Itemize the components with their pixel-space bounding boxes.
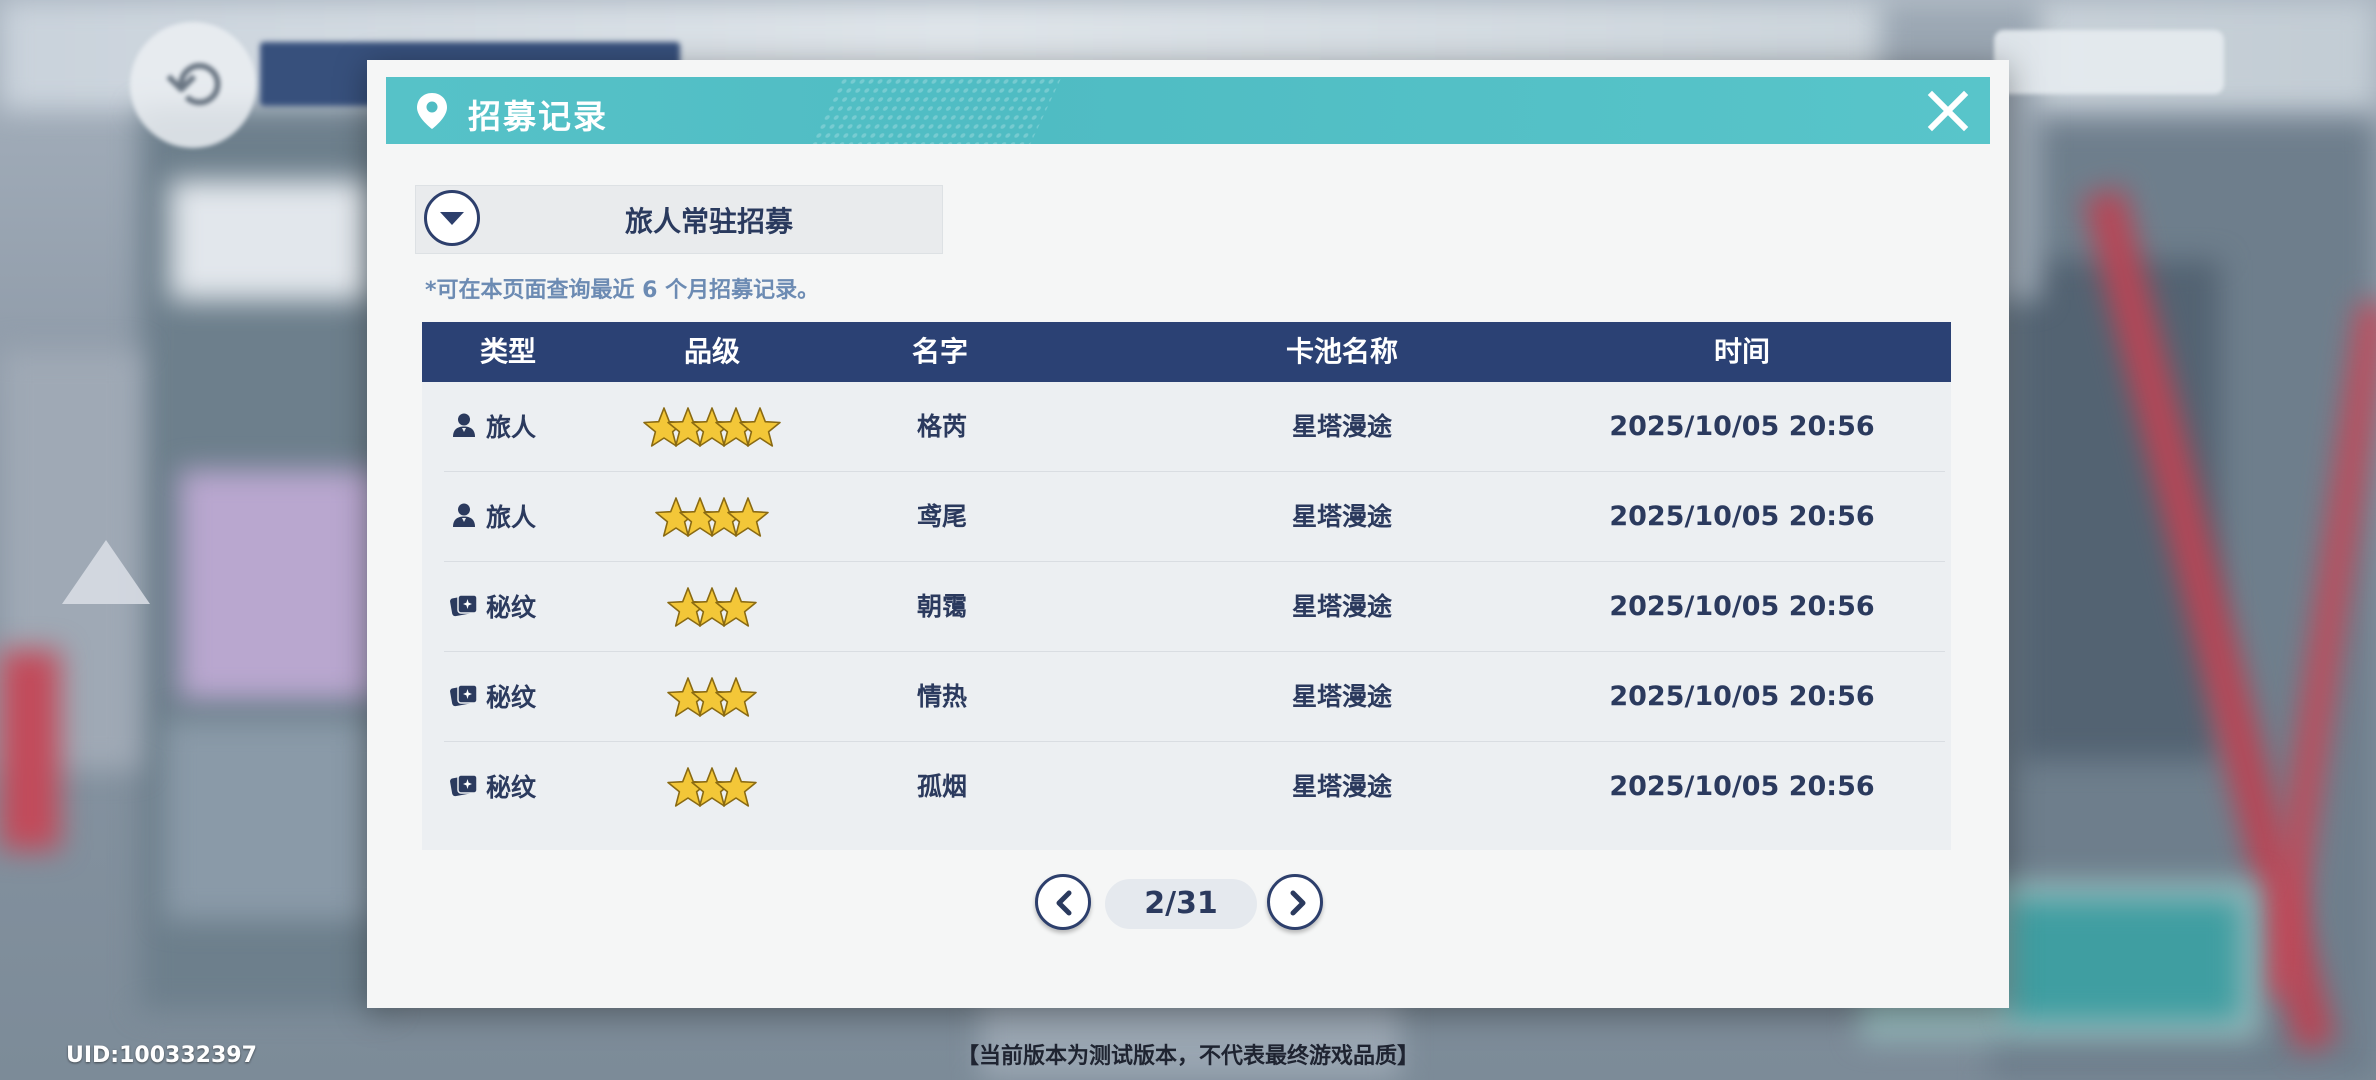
history-range-note: *可在本页面查询最近 6 个月招募记录。 bbox=[425, 278, 820, 303]
cell-pool: 星塔漫途 bbox=[1291, 502, 1392, 531]
cell-pool: 星塔漫途 bbox=[1291, 412, 1392, 441]
person-icon bbox=[453, 413, 475, 437]
table-row: 秘纹 情热 星塔漫途 2025/10/05 20:56 bbox=[422, 652, 1951, 742]
star-rating bbox=[655, 497, 769, 537]
pool-select-value: 旅人常驻招募 bbox=[624, 205, 793, 238]
table-row: 旅人 鸢尾 星塔漫途 2025/10/05 20:56 bbox=[422, 472, 1951, 562]
cell-time: 2025/10/05 20:56 bbox=[1609, 501, 1875, 532]
cell-name: 孤烟 bbox=[916, 772, 967, 801]
cell-pool: 星塔漫途 bbox=[1291, 592, 1392, 621]
cell-time: 2025/10/05 20:56 bbox=[1609, 411, 1875, 442]
location-pin-icon bbox=[417, 93, 447, 129]
card-icon bbox=[450, 594, 478, 617]
back-button-bg: ⟲ bbox=[130, 22, 256, 148]
chevron-left-icon bbox=[1056, 890, 1072, 916]
cell-name: 情热 bbox=[916, 682, 967, 711]
card-icon bbox=[450, 684, 478, 707]
table-body: 旅人 格芮 星塔漫途 2025/10/05 20:56 旅人 鸢尾 星塔漫途 2025/10/… bbox=[422, 382, 1951, 850]
cell-name: 格芮 bbox=[916, 412, 967, 441]
cell-name: 鸢尾 bbox=[916, 502, 967, 531]
cell-rank bbox=[582, 742, 842, 832]
cell-pool: 星塔漫途 bbox=[1291, 772, 1392, 801]
cell-rank bbox=[582, 382, 842, 472]
table-row: 旅人 格芮 星塔漫途 2025/10/05 20:56 bbox=[422, 382, 1951, 472]
cell-type: 秘纹 bbox=[450, 562, 570, 652]
cell-rank bbox=[582, 472, 842, 562]
cell-name: 朝霭 bbox=[916, 592, 967, 621]
dialog-title-bar: 招募记录 bbox=[386, 77, 1990, 144]
cell-pool: 星塔漫途 bbox=[1291, 682, 1392, 711]
cell-type-label: 秘纹 bbox=[486, 683, 537, 712]
cell-time: 2025/10/05 20:56 bbox=[1609, 591, 1875, 622]
cell-type: 秘纹 bbox=[450, 742, 570, 832]
table-row: 秘纹 朝霭 星塔漫途 2025/10/05 20:56 bbox=[422, 562, 1951, 652]
card-icon bbox=[450, 774, 478, 797]
table-row: 秘纹 孤烟 星塔漫途 2025/10/05 20:56 bbox=[422, 742, 1951, 832]
person-icon bbox=[453, 503, 475, 527]
cell-type: 旅人 bbox=[450, 472, 570, 562]
cell-rank bbox=[582, 562, 842, 652]
pool-select-dropdown[interactable]: 旅人常驻招募 bbox=[415, 185, 943, 254]
prev-page-button[interactable] bbox=[1035, 874, 1091, 930]
chevron-right-icon bbox=[1290, 890, 1306, 916]
page-indicator: 2/31 bbox=[1105, 879, 1257, 929]
star-rating bbox=[667, 677, 757, 717]
next-page-button[interactable] bbox=[1267, 874, 1323, 930]
column-header-pool: 卡池名称 bbox=[1285, 335, 1398, 368]
recruit-records-table: 类型 品级 名字 卡池名称 时间 旅人 格芮 星塔漫途 2025/10/05 20:5… bbox=[422, 322, 1951, 850]
cell-type-label: 旅人 bbox=[486, 413, 537, 442]
cell-type-label: 旅人 bbox=[486, 503, 537, 532]
currency-pill-bg bbox=[1994, 30, 2224, 94]
close-icon[interactable] bbox=[1924, 87, 1972, 135]
star-rating bbox=[667, 767, 757, 807]
column-header-type: 类型 bbox=[479, 335, 536, 368]
cell-rank bbox=[582, 652, 842, 742]
column-header-name: 名字 bbox=[911, 335, 968, 368]
cell-type-label: 秘纹 bbox=[486, 773, 537, 802]
cell-type: 旅人 bbox=[450, 382, 570, 472]
star-rating bbox=[643, 407, 781, 447]
triangle-marker-bg bbox=[62, 540, 150, 604]
test-version-disclaimer: 【当前版本为测试版本，不代表最终游戏品质】 bbox=[956, 1044, 1419, 1069]
cell-time: 2025/10/05 20:56 bbox=[1609, 771, 1875, 802]
table-header: 类型 品级 名字 卡池名称 时间 bbox=[422, 322, 1951, 382]
cell-type: 秘纹 bbox=[450, 652, 570, 742]
back-arrow-icon: ⟲ bbox=[163, 44, 223, 126]
dialog-title: 招募记录 bbox=[468, 97, 608, 136]
recruit-history-dialog: 招募记录 旅人常驻招募 *可在本页面查询最近 6 个月招募记录。 类型 品级 名… bbox=[367, 60, 2009, 1008]
chevron-down-icon[interactable] bbox=[424, 190, 480, 246]
cell-type-label: 秘纹 bbox=[486, 593, 537, 622]
column-header-rank: 品级 bbox=[683, 335, 740, 368]
column-header-time: 时间 bbox=[1713, 335, 1770, 368]
title-bar-pattern bbox=[810, 77, 1062, 144]
star-rating bbox=[667, 587, 757, 627]
cell-time: 2025/10/05 20:56 bbox=[1609, 681, 1875, 712]
